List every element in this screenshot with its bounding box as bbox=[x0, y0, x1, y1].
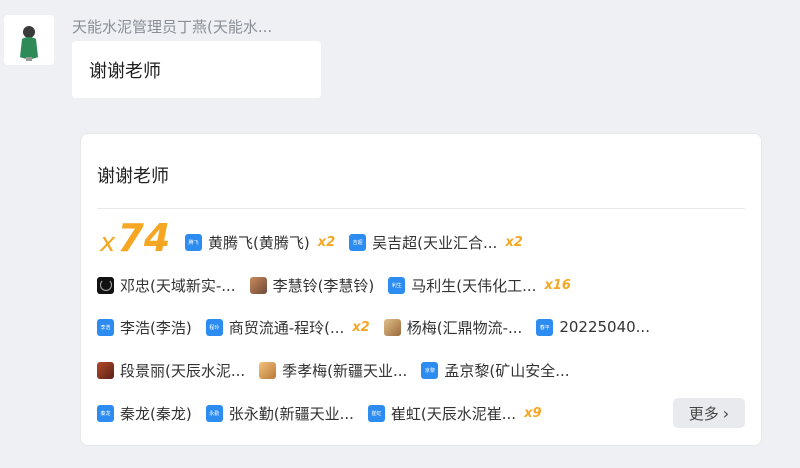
reactor-item[interactable]: 京黎 孟京黎(矿山安全... bbox=[421, 360, 570, 381]
reaction-multiplier: x9 bbox=[524, 405, 542, 421]
reactor-row: 秦龙 秦龙(秦龙) 永勤 张永勤(新疆天业... 崔虹 崔虹(天辰水泥崔... x9 bbox=[97, 400, 556, 426]
chevron-right-icon: › bbox=[722, 403, 730, 423]
more-button[interactable]: 更多 › bbox=[673, 398, 745, 428]
reactor-item[interactable]: 利生 马利生(天伟化工... x16 bbox=[388, 275, 571, 296]
count-prefix: x bbox=[100, 228, 116, 258]
reactor-name: 20225040... bbox=[559, 318, 650, 336]
reactor-item[interactable]: 吉超 吴吉超(天业汇合... x2 bbox=[349, 232, 523, 253]
reactor-avatar-icon: 腾飞 bbox=[185, 233, 202, 251]
reactor-name: 马利生(天伟化工... bbox=[411, 276, 537, 295]
reactor-avatar-icon bbox=[259, 361, 277, 379]
reactor-avatar-icon bbox=[249, 276, 267, 294]
reactor-name: 秦龙(秦龙) bbox=[120, 404, 192, 423]
reactor-name: 李慧铃(李慧铃) bbox=[272, 276, 375, 295]
reactor-avatar-icon: 秦龙 bbox=[97, 404, 114, 422]
reactor-item[interactable]: 腾飞 黄腾飞(黄腾飞) x2 bbox=[185, 232, 335, 253]
reaction-card: 谢谢老师 x 74 腾飞 黄腾飞(黄腾飞) x2 吉超 吴吉超(天业汇合... x2 邓忠… bbox=[80, 133, 762, 446]
reactor-avatar-icon: 李浩 bbox=[97, 318, 114, 336]
reactor-avatar-icon: 京黎 bbox=[421, 361, 439, 379]
reactor-row: 李浩 李浩(李浩) 程玲 商贸流通-程玲(... x2 杨梅(汇鼎物流-... 春平 2022… bbox=[97, 314, 664, 340]
reactor-name: 邓忠(天域新实-... bbox=[120, 276, 236, 295]
reactor-name: 张永勤(新疆天业... bbox=[228, 404, 354, 423]
reactor-name: 商贸流通-程玲(... bbox=[228, 318, 345, 337]
reactor-item[interactable]: 永勤 张永勤(新疆天业... bbox=[205, 403, 354, 424]
reactor-item[interactable]: 李浩 李浩(李浩) bbox=[97, 317, 192, 338]
reactor-name: 季孝梅(新疆天业... bbox=[282, 361, 408, 380]
reactor-name: 吴吉超(天业汇合... bbox=[372, 233, 498, 252]
reactor-name: 杨梅(汇鼎物流-... bbox=[406, 318, 523, 337]
reactor-avatar-icon bbox=[97, 276, 114, 294]
reactor-avatar-icon: 利生 bbox=[388, 276, 406, 294]
reactor-avatar-icon: 吉超 bbox=[349, 233, 367, 251]
divider bbox=[97, 208, 745, 209]
reactor-name: 段景丽(天辰水泥... bbox=[120, 361, 246, 380]
reactor-item[interactable]: 崔虹 崔虹(天辰水泥崔... x9 bbox=[367, 403, 542, 424]
reactor-item[interactable]: 杨梅(汇鼎物流-... bbox=[383, 317, 523, 338]
reactor-row: 腾飞 黄腾飞(黄腾飞) x2 吉超 吴吉超(天业汇合... x2 bbox=[185, 229, 537, 255]
reactor-item[interactable]: 程玲 商贸流通-程玲(... x2 bbox=[205, 317, 370, 338]
reaction-title: 谢谢老师 bbox=[97, 166, 169, 187]
reaction-multiplier: x2 bbox=[505, 234, 523, 250]
reaction-multiplier: x2 bbox=[317, 234, 336, 250]
reactor-avatar-icon bbox=[97, 361, 114, 379]
reactor-name: 崔虹(天辰水泥崔... bbox=[390, 404, 517, 423]
sender-name: 天能水泥管理员丁燕(天能水... bbox=[72, 18, 273, 36]
reactor-item[interactable]: 季孝梅(新疆天业... bbox=[259, 360, 407, 381]
reactor-item[interactable]: 春平 20225040... bbox=[536, 318, 650, 336]
reactor-avatar-icon bbox=[383, 318, 401, 336]
message-bubble[interactable]: 谢谢老师 bbox=[72, 41, 321, 98]
reactor-avatar-icon: 永勤 bbox=[205, 404, 223, 422]
sender-avatar[interactable] bbox=[4, 15, 54, 65]
reaction-multiplier: x16 bbox=[544, 277, 571, 293]
reactor-item[interactable]: 秦龙 秦龙(秦龙) bbox=[97, 403, 192, 424]
more-label: 更多 bbox=[688, 404, 719, 423]
reactor-name: 李浩(李浩) bbox=[120, 318, 192, 337]
reactor-item[interactable]: 段景丽(天辰水泥... bbox=[97, 360, 245, 381]
reactor-name: 黄腾飞(黄腾飞) bbox=[208, 233, 310, 252]
reactor-avatar-icon: 程玲 bbox=[205, 318, 223, 336]
reactor-name: 孟京黎(矿山安全... bbox=[444, 361, 570, 380]
reactor-avatar-icon: 崔虹 bbox=[367, 404, 385, 422]
avatar-illustration bbox=[4, 15, 54, 65]
reactor-row: 邓忠(天域新实-... 李慧铃(李慧铃) 利生 马利生(天伟化工... x16 bbox=[97, 272, 585, 298]
reaction-multiplier: x2 bbox=[352, 319, 370, 335]
total-reaction-count: x 74 bbox=[100, 216, 170, 260]
reactor-row: 段景丽(天辰水泥... 季孝梅(新疆天业... 京黎 孟京黎(矿山安全... bbox=[97, 357, 584, 383]
reactor-item[interactable]: 邓忠(天域新实-... bbox=[97, 275, 236, 296]
reactor-item[interactable]: 李慧铃(李慧铃) bbox=[249, 275, 375, 296]
count-value: 74 bbox=[117, 216, 171, 260]
reactor-avatar-icon: 春平 bbox=[536, 318, 554, 336]
